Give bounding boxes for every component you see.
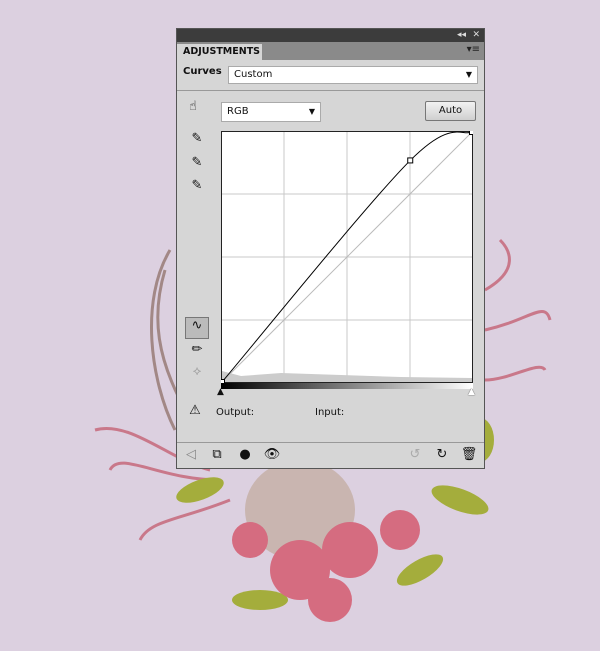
- input-gradient-bar: [221, 383, 473, 389]
- eyedropper-gray-icon[interactable]: ✎: [187, 155, 207, 170]
- panel-title-bar[interactable]: ◂◂ ✕: [177, 29, 484, 42]
- auto-button[interactable]: Auto: [425, 101, 476, 121]
- curves-graph[interactable]: [221, 131, 473, 383]
- panel-menu-icon[interactable]: ▾≡: [467, 44, 480, 55]
- pencil-icon[interactable]: ✏: [187, 342, 207, 357]
- close-icon[interactable]: ✕: [472, 29, 480, 42]
- adjustments-panel: ◂◂ ✕ ADJUSTMENTS ▾≡ Curves Custom ▼ ☝ RGB…: [176, 28, 485, 469]
- mask-icon[interactable]: ●: [235, 447, 255, 462]
- trash-icon[interactable]: 🗑: [459, 447, 479, 462]
- input-label: Input:: [315, 407, 345, 418]
- preset-select[interactable]: Custom ▼: [228, 66, 478, 84]
- double-left-arrow-icon[interactable]: ◂◂: [457, 29, 466, 42]
- clip-to-layer-icon[interactable]: ⧉: [207, 447, 227, 462]
- channel-select[interactable]: RGB ▼: [221, 102, 321, 122]
- adjustment-type-label: Curves: [183, 66, 222, 77]
- chevron-down-icon: ▼: [465, 70, 472, 79]
- black-point-slider[interactable]: ▲: [217, 387, 224, 397]
- preset-value: Custom: [234, 69, 273, 80]
- eyedropper-black-icon[interactable]: ✎: [187, 131, 207, 146]
- hand-adjust-icon[interactable]: ☝: [183, 99, 203, 114]
- eyedropper-white-icon[interactable]: ✎: [187, 178, 207, 193]
- smooth-icon[interactable]: ⟡: [187, 364, 207, 379]
- back-arrow-icon[interactable]: ◁: [181, 447, 201, 462]
- curve-control-point[interactable]: [407, 157, 414, 164]
- white-point-slider[interactable]: ▲: [468, 387, 475, 397]
- reset-icon[interactable]: ↻: [432, 447, 452, 462]
- eye-icon[interactable]: 👁: [262, 447, 282, 462]
- curve-control-point[interactable]: [469, 131, 474, 135]
- chevron-down-icon: ▼: [308, 107, 315, 116]
- curve-edit-icon[interactable]: ∿: [185, 317, 209, 339]
- tab-adjustments[interactable]: ADJUSTMENTS: [177, 44, 262, 60]
- output-label: Output:: [216, 407, 255, 418]
- channel-value: RGB: [227, 106, 249, 117]
- previous-state-icon[interactable]: ↺: [405, 447, 425, 462]
- clipping-warning-icon[interactable]: ⚠: [185, 403, 205, 418]
